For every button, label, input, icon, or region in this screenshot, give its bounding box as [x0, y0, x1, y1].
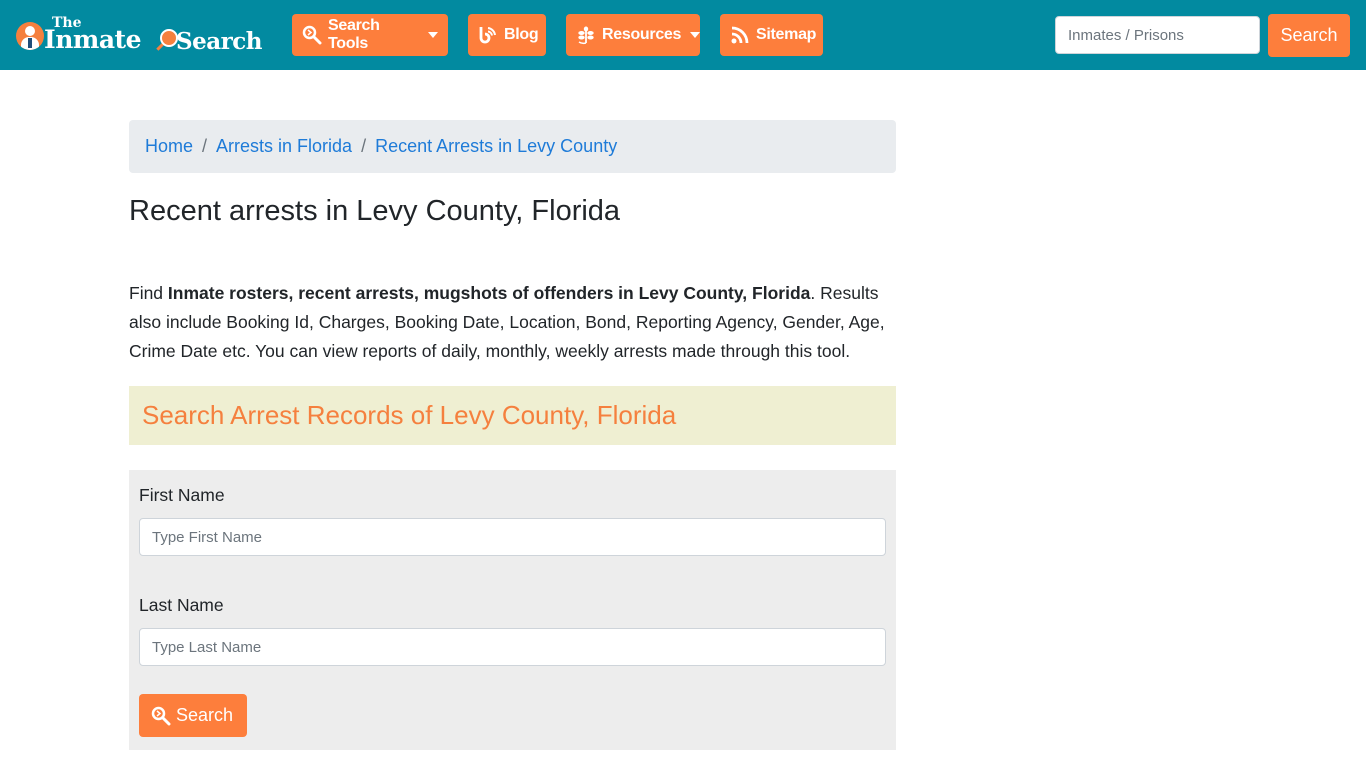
nav-search-tools-dropdown[interactable]: Search Tools [292, 14, 448, 56]
search-icon [151, 706, 171, 726]
intro-paragraph: Find Inmate rosters, recent arrests, mug… [129, 279, 896, 366]
breadcrumb: Home / Arrests in Florida / Recent Arres… [129, 120, 896, 173]
blog-icon [478, 25, 498, 45]
arrest-search-submit-label: Search [176, 705, 234, 725]
search-tools-icon [302, 25, 322, 45]
breadcrumb-arrests-in-florida[interactable]: Arrests in Florida [216, 136, 352, 157]
nav-resources-dropdown[interactable]: Resources [566, 14, 701, 56]
arrest-search-form: First Name Last Name Search [129, 470, 896, 750]
caret-down-icon [428, 32, 438, 38]
nav-resources-label: Resources [602, 26, 682, 43]
breadcrumb-separator: / [361, 136, 367, 156]
last-name-label: Last Name [139, 595, 224, 615]
main-content: Home / Arrests in Florida / Recent Arres… [129, 120, 896, 750]
nav-sitemap-link[interactable]: Sitemap [720, 14, 823, 56]
breadcrumb-home[interactable]: Home [145, 136, 193, 157]
search-section-heading: Search Arrest Records of Levy County, Fl… [129, 386, 896, 445]
top-search-button[interactable]: Search [1268, 14, 1350, 57]
site-logo[interactable]: The Inmate Search [14, 16, 269, 56]
first-name-group: First Name [139, 480, 886, 556]
logo-text-inmate: Inmate [44, 25, 141, 54]
logo-text-search: Search [176, 28, 263, 55]
intro-prefix: Find [129, 283, 168, 303]
arrest-search-submit-button[interactable]: Search [139, 694, 247, 737]
leaf-icon [576, 25, 596, 45]
first-name-label: First Name [139, 485, 225, 505]
inmate-prison-search-input[interactable] [1055, 16, 1260, 54]
nav-search-tools-label: Search Tools [328, 17, 380, 52]
top-navbar: The Inmate Search Search Tools Blog Reso… [0, 0, 1366, 70]
nav-blog-label: Blog [504, 26, 539, 43]
page-title: Recent arrests in Levy County, Florida [129, 195, 621, 227]
caret-down-icon [690, 32, 701, 38]
breadcrumb-recent-arrests-levy[interactable]: Recent Arrests in Levy County [375, 136, 617, 157]
inmate-avatar-icon [16, 22, 44, 50]
nav-sitemap-label: Sitemap [756, 26, 817, 43]
rss-icon [730, 25, 750, 45]
intro-bold: Inmate rosters, recent arrests, mugshots… [167, 283, 811, 303]
last-name-group: Last Name [139, 590, 886, 666]
breadcrumb-separator: / [202, 136, 208, 156]
first-name-input[interactable] [139, 518, 886, 556]
last-name-input[interactable] [139, 628, 886, 666]
nav-blog-link[interactable]: Blog [468, 14, 546, 56]
